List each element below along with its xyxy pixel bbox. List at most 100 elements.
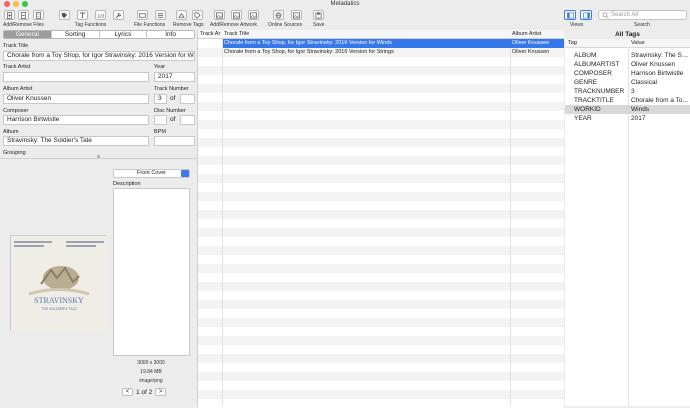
title-bar: Metadatics: [0, 0, 690, 9]
add-artwork-button[interactable]: [214, 10, 225, 20]
column-header-track-artist[interactable]: Track Ar: [200, 30, 220, 39]
image-icon: [233, 12, 240, 18]
column-header-album-artist[interactable]: Album Artist: [512, 30, 541, 39]
album-artist-field[interactable]: Oliver Knussen: [3, 94, 149, 104]
split-handle[interactable]: [97, 155, 100, 158]
window-title: Metadatics: [330, 1, 360, 7]
sidebar-right-icon: [582, 12, 590, 18]
remove-artwork-button[interactable]: [248, 10, 259, 20]
save-icon: [315, 12, 322, 18]
track-total-field[interactable]: [180, 94, 195, 104]
tab-sorting[interactable]: Sorting: [52, 31, 100, 38]
tag-value: Stravinsky: The So...: [631, 52, 689, 59]
artwork-format: image/png: [139, 378, 163, 384]
track-of-label: of: [170, 95, 176, 102]
tag-row[interactable]: ALBUMARTIST Oliver Knussen: [565, 60, 690, 69]
track-artist-field[interactable]: [3, 72, 149, 82]
cover-type-select[interactable]: Front Cover: [113, 169, 190, 178]
next-artwork-button[interactable]: >: [155, 388, 167, 396]
tag-row[interactable]: WORKID Winds: [565, 105, 690, 114]
view-right-panel-toggle[interactable]: [580, 10, 592, 20]
search-input[interactable]: Search All: [598, 10, 687, 20]
tab-general[interactable]: General: [4, 31, 52, 38]
minimize-window-button[interactable]: [13, 1, 19, 7]
chevron-updown-icon: [181, 170, 189, 177]
remove-file-icon: [20, 11, 27, 19]
replace-artwork-button[interactable]: [231, 10, 242, 20]
divider: [0, 158, 198, 159]
tag-key: YEAR: [574, 115, 592, 122]
text-case-button[interactable]: [77, 10, 88, 20]
artwork-dimensions: 3000 x 3000: [137, 360, 165, 366]
zoom-window-button[interactable]: [22, 1, 28, 7]
tags-header: Tag Value: [565, 39, 690, 48]
toolbar-label-file-functions: File Functions: [134, 22, 166, 28]
toolbar: Add/Remove Files 123 Tag Functions File …: [0, 9, 690, 30]
cover-art-image: [11, 236, 107, 332]
tag-row[interactable]: GENRE Classical: [565, 78, 690, 87]
table-row[interactable]: Chorale from a Toy Shop, for Igor Stravi…: [223, 39, 564, 48]
add-folder-button[interactable]: [33, 10, 44, 20]
remove-tags-button[interactable]: [176, 10, 187, 20]
tag-key: GENRE: [574, 79, 598, 86]
track-number-field[interactable]: 3: [154, 94, 167, 104]
numbering-button[interactable]: 123: [95, 10, 106, 20]
track-artist-label: Track Artist: [3, 64, 31, 70]
tag-row[interactable]: ALBUM Stravinsky: The So...: [565, 51, 690, 60]
tag-value: Oliver Knussen: [631, 61, 676, 68]
add-file-button[interactable]: [4, 10, 15, 20]
tag-row[interactable]: YEAR 2017: [565, 114, 690, 123]
save-button[interactable]: [313, 10, 324, 20]
svg-text:123: 123: [97, 13, 104, 18]
rename-files-button[interactable]: [137, 10, 148, 20]
online-search-button[interactable]: [273, 10, 284, 20]
album-artist-label: Album Artist: [3, 86, 33, 92]
album-artwork[interactable]: STRAVINSKY THE SOLDIER'S TALE: [10, 235, 107, 332]
year-field[interactable]: 2017: [154, 72, 195, 82]
tag-value: Winds: [631, 106, 650, 113]
text-icon: [79, 11, 86, 18]
disc-number-field[interactable]: [154, 115, 167, 125]
tag-button[interactable]: [59, 10, 70, 20]
toolbar-label-tag-functions: Tag Functions: [75, 22, 107, 28]
wrench-icon: [115, 12, 122, 18]
organize-files-button[interactable]: [155, 10, 166, 20]
artwork-pager: < 1 of 2 >: [122, 387, 182, 397]
tag-row[interactable]: TRACKNUMBER 3: [565, 87, 690, 96]
tag-row[interactable]: TRACKTITLE Chorale from a To...: [565, 96, 690, 105]
album-field[interactable]: Stravinsky: The Soldier's Tale: [3, 136, 149, 146]
tag-icon: [61, 12, 68, 18]
tools-button[interactable]: [113, 10, 124, 20]
remove-file-button[interactable]: [18, 10, 29, 20]
table-row[interactable]: Chorale from a Toy Shop, for Igor Stravi…: [223, 48, 564, 57]
add-file-icon: [6, 11, 13, 19]
view-left-panel-toggle[interactable]: [564, 10, 576, 20]
app-window: Metadatics Add/Remove Files 123 Tag Func…: [0, 0, 690, 408]
remove-all-tags-button[interactable]: [192, 10, 203, 20]
disc-total-field[interactable]: [180, 115, 195, 125]
bpm-field[interactable]: [154, 136, 195, 146]
description-label: Description: [113, 181, 141, 187]
tag-row[interactable]: COMPOSER Harrison Birtwistle: [565, 69, 690, 78]
tag-value: Chorale from a To...: [631, 97, 688, 104]
column-header-track-title[interactable]: Track Title: [224, 30, 249, 39]
document-icon: [35, 11, 42, 19]
prev-artwork-button[interactable]: <: [122, 388, 133, 396]
online-artwork-button[interactable]: [291, 10, 302, 20]
composer-field[interactable]: Harrison Birtwistle: [3, 115, 149, 125]
tags-column-tag[interactable]: Tag: [568, 39, 577, 48]
tag-value: 3: [631, 88, 635, 95]
tag-key: TRACKTITLE: [574, 97, 614, 104]
row-title: Chorale from a Toy Shop, for Igor Stravi…: [224, 40, 393, 46]
search-icon: [602, 12, 609, 19]
globe-icon: [275, 12, 282, 18]
grouping-label: Grouping: [3, 150, 26, 156]
tag-value: 2017: [631, 115, 646, 122]
tab-lyrics[interactable]: Lyrics: [100, 31, 148, 38]
tags-column-value[interactable]: Value: [631, 39, 645, 48]
tab-info[interactable]: Info: [147, 31, 194, 38]
track-title-field[interactable]: Chorale from a Toy Shop, for Igor Stravi…: [3, 51, 195, 61]
tag-key: TRACKNUMBER: [574, 88, 625, 95]
close-window-button[interactable]: [4, 1, 10, 7]
description-field[interactable]: [113, 188, 190, 356]
